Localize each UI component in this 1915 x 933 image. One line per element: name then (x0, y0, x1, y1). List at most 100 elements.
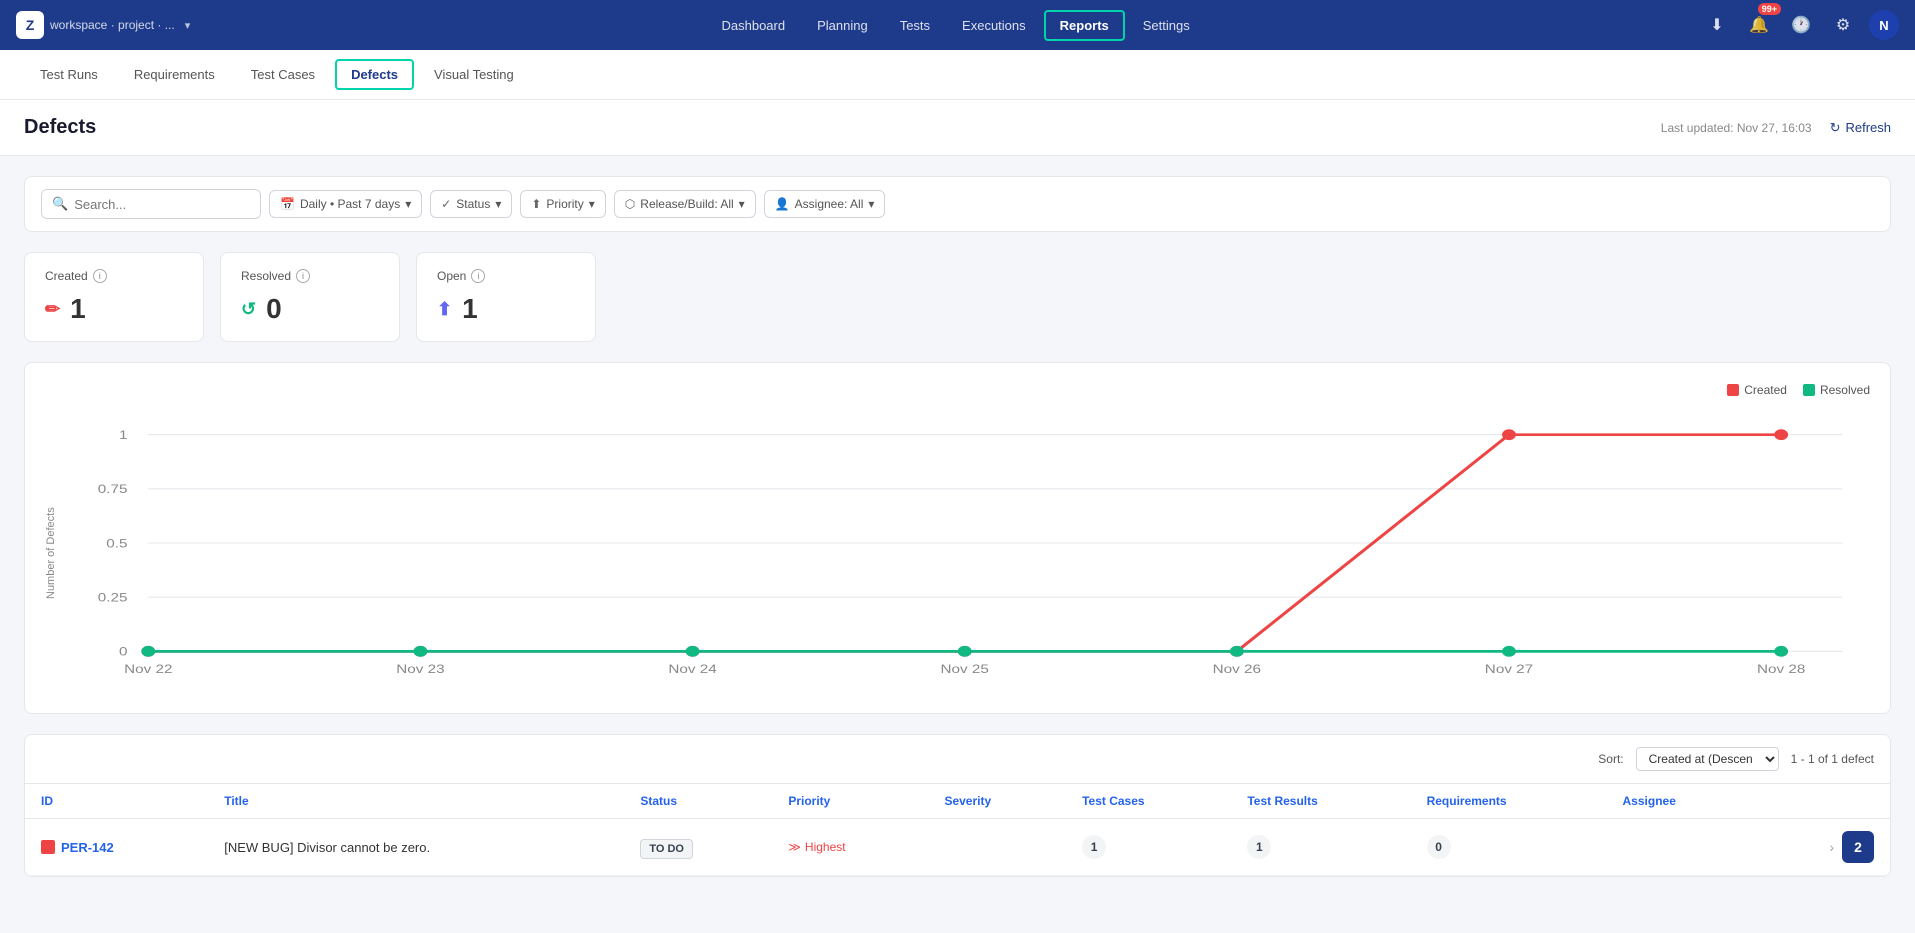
col-status[interactable]: Status (624, 784, 772, 819)
col-test-cases[interactable]: Test Cases (1066, 784, 1231, 819)
svg-text:0: 0 (119, 645, 128, 658)
chart-legend: Created Resolved (45, 383, 1870, 397)
row-expand-button[interactable]: › (1829, 839, 1834, 855)
svg-text:0.5: 0.5 (106, 537, 128, 550)
open-count: 1 (462, 293, 478, 325)
resolved-info-icon[interactable]: i (296, 269, 310, 283)
subnav-test-cases[interactable]: Test Cases (235, 59, 331, 90)
open-card: Open i ⬆ 1 (416, 252, 596, 342)
refresh-icon: ↻ (1830, 120, 1841, 136)
created-count: 1 (70, 293, 86, 325)
defect-actions-cell: › 2 (1756, 819, 1890, 876)
subnav-defects[interactable]: Defects (335, 59, 414, 90)
defect-title-cell: [NEW BUG] Divisor cannot be zero. (208, 819, 624, 876)
open-icon: ⬆ (437, 299, 452, 320)
release-filter-button[interactable]: ⬡ Release/Build: All ▾ (614, 190, 756, 218)
col-test-results[interactable]: Test Results (1231, 784, 1410, 819)
release-icon: ⬡ (625, 197, 635, 211)
col-actions (1756, 784, 1890, 819)
subnav-requirements[interactable]: Requirements (118, 59, 231, 90)
result-count: 1 - 1 of 1 defect (1791, 752, 1874, 766)
col-id[interactable]: ID (25, 784, 208, 819)
line-chart-svg: 0 0.25 0.5 0.75 1 (65, 413, 1870, 673)
notification-badge: 99+ (1758, 3, 1781, 15)
search-input[interactable] (74, 197, 250, 212)
nav-right-actions: ⬇ 🔔 99+ 🕐 ⚙ N (1701, 9, 1899, 41)
priority-display: ≫ Highest (788, 840, 912, 854)
logo-icon: Z (16, 11, 44, 39)
defects-table-section: Sort: Created at (Descen 1 - 1 of 1 defe… (24, 734, 1891, 877)
app-logo[interactable]: Z workspace · project · ... ▾ (16, 11, 190, 39)
priority-arrow-icon: ≫ (788, 840, 801, 854)
header-right: Last updated: Nov 27, 16:03 ↻ Refresh (1661, 120, 1891, 136)
created-card: Created i ✏ 1 (24, 252, 204, 342)
last-updated-text: Last updated: Nov 27, 16:03 (1661, 121, 1812, 135)
defect-id-link[interactable]: PER-142 (61, 840, 114, 855)
sort-label: Sort: (1598, 752, 1623, 766)
nav-settings[interactable]: Settings (1129, 12, 1204, 39)
defect-test-cases-cell: 1 (1066, 819, 1231, 876)
status-icon: ✓ (441, 197, 451, 211)
chart-container: Created Resolved Number of Defects 0 (24, 362, 1891, 714)
calendar-icon: 📅 (280, 197, 295, 211)
workspace-name: workspace · project · ... (50, 18, 175, 32)
nav-tests[interactable]: Tests (886, 12, 944, 39)
nav-planning[interactable]: Planning (803, 12, 882, 39)
stat-cards: Created i ✏ 1 Resolved i ↺ 0 Open i (24, 252, 1891, 342)
top-navigation: Z workspace · project · ... ▾ Dashboard … (0, 0, 1915, 50)
nav-dashboard[interactable]: Dashboard (707, 12, 799, 39)
defect-priority-cell: ≫ Highest (772, 819, 928, 876)
resolved-value-display: ↺ 0 (241, 293, 379, 325)
svg-text:0.75: 0.75 (98, 483, 128, 496)
table-body: PER-142 [NEW BUG] Divisor cannot be zero… (25, 819, 1890, 876)
col-assignee[interactable]: Assignee (1607, 784, 1756, 819)
col-severity[interactable]: Severity (928, 784, 1066, 819)
requirements-count: 0 (1427, 835, 1451, 859)
period-label: Daily • Past 7 days (300, 197, 400, 211)
page-title: Defects (24, 116, 96, 139)
gear-icon[interactable]: ⚙ (1827, 9, 1859, 41)
col-requirements[interactable]: Requirements (1411, 784, 1607, 819)
resolved-legend-dot (1803, 384, 1815, 396)
defect-requirements-cell: 0 (1411, 819, 1607, 876)
assignee-filter-button[interactable]: 👤 Assignee: All ▾ (764, 190, 886, 218)
defect-type-icon (41, 840, 55, 854)
main-content: 🔍 📅 Daily • Past 7 days ▾ ✓ Status ▾ ⬆ P… (0, 156, 1915, 897)
subnav-visual-testing[interactable]: Visual Testing (418, 59, 530, 90)
open-label: Open i (437, 269, 575, 283)
col-title[interactable]: Title (208, 784, 624, 819)
resolved-label: Resolved i (241, 269, 379, 283)
download-icon[interactable]: ⬇ (1701, 9, 1733, 41)
priority-filter-button[interactable]: ⬆ Priority ▾ (520, 190, 605, 218)
notifications-button[interactable]: 🔔 99+ (1743, 9, 1775, 41)
user-avatar[interactable]: N (1869, 10, 1899, 40)
col-priority[interactable]: Priority (772, 784, 928, 819)
nav-executions[interactable]: Executions (948, 12, 1040, 39)
sort-select[interactable]: Created at (Descen (1636, 747, 1779, 771)
defects-table: ID Title Status Priority Severity Test C… (25, 784, 1890, 876)
open-info-icon[interactable]: i (471, 269, 485, 283)
period-filter-button[interactable]: 📅 Daily • Past 7 days ▾ (269, 190, 422, 218)
search-container: 🔍 (41, 189, 261, 219)
created-legend: Created (1727, 383, 1787, 397)
created-info-icon[interactable]: i (93, 269, 107, 283)
table-row: PER-142 [NEW BUG] Divisor cannot be zero… (25, 819, 1890, 876)
nav-reports[interactable]: Reports (1044, 10, 1125, 41)
resolved-card: Resolved i ↺ 0 (220, 252, 400, 342)
open-value-display: ⬆ 1 (437, 293, 575, 325)
release-label: Release/Build: All (640, 197, 733, 211)
subnav-test-runs[interactable]: Test Runs (24, 59, 114, 90)
row-action-button[interactable]: 2 (1842, 831, 1874, 863)
resolved-icon: ↺ (241, 299, 256, 320)
history-icon[interactable]: 🕐 (1785, 9, 1817, 41)
priority-label: Priority (546, 197, 583, 211)
chevron-down-icon: ▾ (185, 19, 191, 32)
defect-status-cell: TO DO (624, 819, 772, 876)
refresh-button[interactable]: ↻ Refresh (1830, 120, 1891, 136)
created-value-display: ✏ 1 (45, 293, 183, 325)
assignee-label: Assignee: All (795, 197, 864, 211)
created-label: Created i (45, 269, 183, 283)
y-axis-label: Number of Defects (45, 413, 57, 693)
assignee-icon: 👤 (775, 197, 790, 211)
status-filter-button[interactable]: ✓ Status ▾ (430, 190, 512, 218)
